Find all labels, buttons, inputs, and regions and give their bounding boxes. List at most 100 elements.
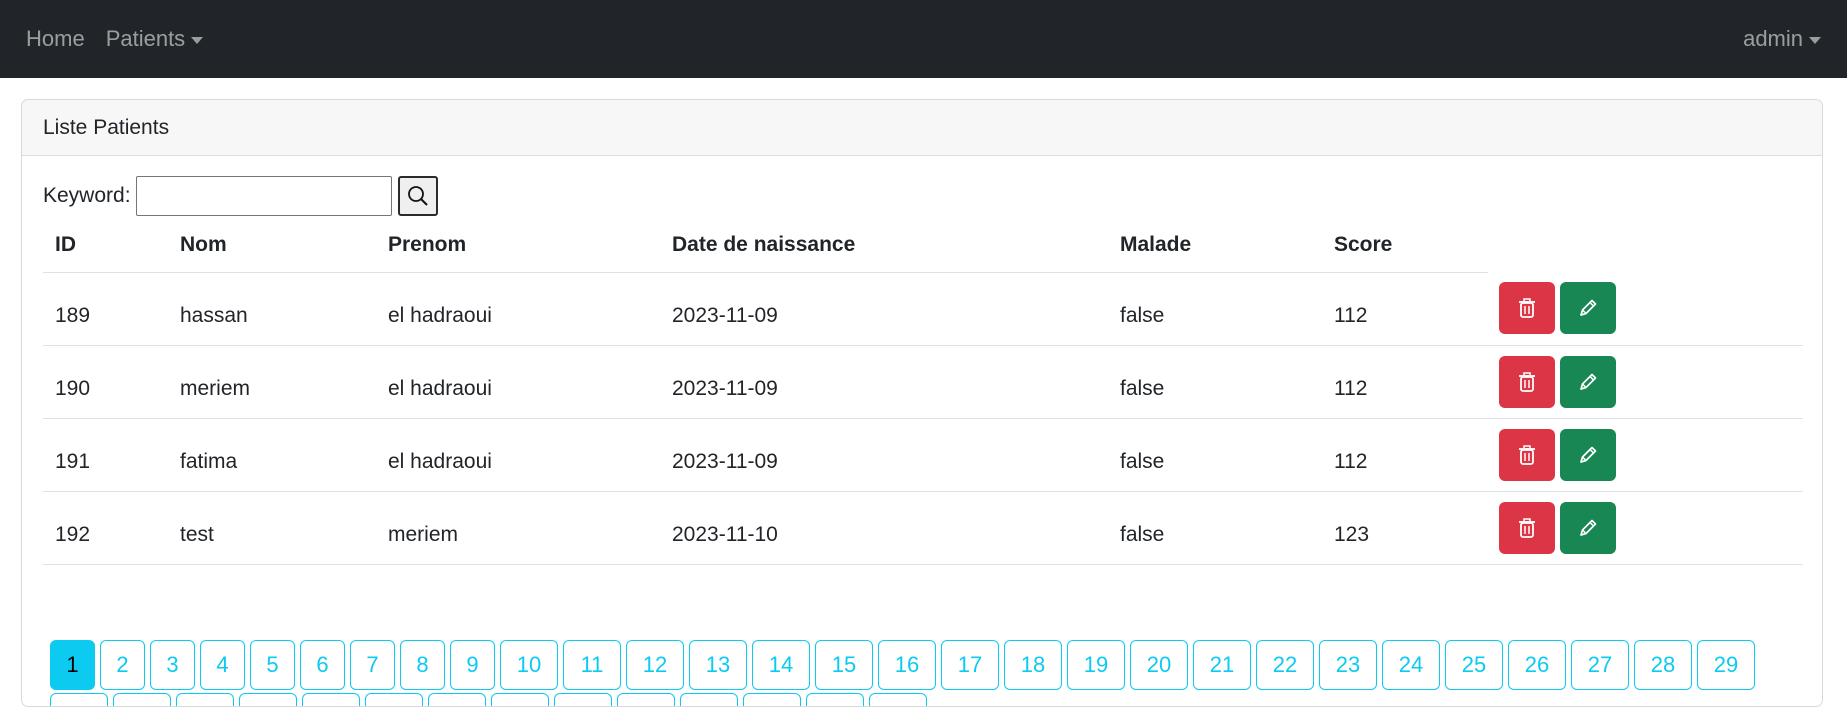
card-title: Liste Patients bbox=[43, 115, 170, 139]
page-button-29[interactable]: 29 bbox=[1697, 640, 1755, 690]
row-actions bbox=[1488, 418, 1803, 492]
header-date-naissance: Date de naissance bbox=[660, 219, 1108, 273]
cell-nom: test bbox=[168, 491, 376, 565]
cell-id: 189 bbox=[43, 272, 168, 346]
delete-button[interactable] bbox=[1499, 501, 1555, 554]
pencil-icon bbox=[1580, 446, 1597, 463]
table-row: 189 hassan el hadraoui 2023-11-09 false 112 bbox=[43, 272, 1803, 346]
page-button-21[interactable]: 21 bbox=[1193, 640, 1251, 690]
edit-button[interactable] bbox=[1560, 428, 1616, 481]
page-button-35[interactable]: 35 bbox=[365, 693, 423, 706]
search-button[interactable] bbox=[397, 176, 438, 216]
page-button-26[interactable]: 26 bbox=[1508, 640, 1566, 690]
cell-prenom: el hadraoui bbox=[376, 418, 660, 492]
cell-date-naissance: 2023-11-10 bbox=[660, 491, 1108, 565]
nav-patients-dropdown[interactable]: Patients bbox=[106, 26, 204, 52]
edit-button[interactable] bbox=[1560, 501, 1616, 554]
page-button-37[interactable]: 37 bbox=[491, 693, 549, 706]
pagination-row: 30 31 32 33 34 35 36 37 38 39 40 41 42 43 bbox=[50, 693, 1800, 706]
delete-button[interactable] bbox=[1499, 355, 1555, 408]
page-button-7[interactable]: 7 bbox=[350, 640, 395, 690]
navbar: Home Patients admin bbox=[0, 0, 1847, 78]
page-button-22[interactable]: 22 bbox=[1256, 640, 1314, 690]
patients-table: ID Nom Prenom Date de naissance Malade S… bbox=[43, 219, 1803, 565]
table-header-row: ID Nom Prenom Date de naissance Malade S… bbox=[43, 219, 1803, 273]
page-button-28[interactable]: 28 bbox=[1634, 640, 1692, 690]
page-button-43[interactable]: 43 bbox=[869, 693, 927, 706]
delete-button[interactable] bbox=[1499, 428, 1555, 481]
page-button-6[interactable]: 6 bbox=[300, 640, 345, 690]
page-button-38[interactable]: 38 bbox=[554, 693, 612, 706]
cell-malade: false bbox=[1108, 418, 1322, 492]
trash-icon bbox=[1519, 371, 1535, 392]
page-button-8[interactable]: 8 bbox=[400, 640, 445, 690]
cell-score: 112 bbox=[1322, 272, 1488, 346]
header-nom: Nom bbox=[168, 219, 376, 273]
page-button-16[interactable]: 16 bbox=[878, 640, 936, 690]
trash-icon bbox=[1519, 444, 1535, 465]
cell-nom: hassan bbox=[168, 272, 376, 346]
page-button-39[interactable]: 39 bbox=[617, 693, 675, 706]
patients-card: Liste Patients Keyword: ID Nom Prenom Da… bbox=[21, 99, 1823, 707]
table-row: 190 meriem el hadraoui 2023-11-09 false 112 bbox=[43, 345, 1803, 419]
cell-score: 123 bbox=[1322, 491, 1488, 565]
pencil-icon bbox=[1580, 519, 1597, 536]
page-button-30[interactable]: 30 bbox=[50, 693, 108, 706]
nav-home-link[interactable]: Home bbox=[26, 26, 85, 52]
pencil-icon bbox=[1580, 373, 1597, 390]
trash-icon bbox=[1519, 298, 1535, 319]
caret-down-icon bbox=[191, 36, 204, 44]
cell-prenom: meriem bbox=[376, 491, 660, 565]
row-actions bbox=[1488, 345, 1803, 419]
page-button-19[interactable]: 19 bbox=[1067, 640, 1125, 690]
header-prenom: Prenom bbox=[376, 219, 660, 273]
edit-button[interactable] bbox=[1560, 355, 1616, 408]
pagination: 1 2 3 4 5 6 7 8 9 10 11 12 13 14 15 16 17 18 19 20 21 22 23 24 2… bbox=[50, 640, 1800, 706]
page-button-1[interactable]: 1 bbox=[50, 640, 95, 690]
page-button-25[interactable]: 25 bbox=[1445, 640, 1503, 690]
page-button-2[interactable]: 2 bbox=[100, 640, 145, 690]
page-button-4[interactable]: 4 bbox=[200, 640, 245, 690]
page-button-5[interactable]: 5 bbox=[250, 640, 295, 690]
page-button-20[interactable]: 20 bbox=[1130, 640, 1188, 690]
table-row: 191 fatima el hadraoui 2023-11-09 false 112 bbox=[43, 418, 1803, 492]
delete-button[interactable] bbox=[1499, 282, 1555, 335]
page-button-12[interactable]: 12 bbox=[626, 640, 684, 690]
page-button-33[interactable]: 33 bbox=[239, 693, 297, 706]
edit-button[interactable] bbox=[1560, 282, 1616, 335]
page-button-40[interactable]: 40 bbox=[680, 693, 738, 706]
page-button-32[interactable]: 32 bbox=[176, 693, 234, 706]
page-button-9[interactable]: 9 bbox=[450, 640, 495, 690]
page-button-11[interactable]: 11 bbox=[563, 640, 621, 690]
page-button-31[interactable]: 31 bbox=[113, 693, 171, 706]
page-button-10[interactable]: 10 bbox=[500, 640, 558, 690]
page-button-42[interactable]: 42 bbox=[806, 693, 864, 706]
table-row: 192 test meriem 2023-11-10 false 123 bbox=[43, 491, 1803, 565]
cell-malade: false bbox=[1108, 491, 1322, 565]
cell-score: 112 bbox=[1322, 345, 1488, 419]
cell-nom: meriem bbox=[168, 345, 376, 419]
cell-id: 191 bbox=[43, 418, 168, 492]
page-button-41[interactable]: 41 bbox=[743, 693, 801, 706]
page-button-36[interactable]: 36 bbox=[428, 693, 486, 706]
cell-date-naissance: 2023-11-09 bbox=[660, 418, 1108, 492]
nav-user-dropdown[interactable]: admin bbox=[1743, 26, 1821, 52]
cell-date-naissance: 2023-11-09 bbox=[660, 272, 1108, 346]
page-button-3[interactable]: 3 bbox=[150, 640, 195, 690]
page-button-15[interactable]: 15 bbox=[815, 640, 873, 690]
search-input[interactable] bbox=[135, 176, 392, 216]
page-button-34[interactable]: 34 bbox=[302, 693, 360, 706]
page-button-23[interactable]: 23 bbox=[1319, 640, 1377, 690]
cell-date-naissance: 2023-11-09 bbox=[660, 345, 1108, 419]
header-malade: Malade bbox=[1108, 219, 1322, 273]
search-label: Keyword: bbox=[43, 184, 131, 207]
card-header: Liste Patients bbox=[22, 100, 1822, 156]
page-button-17[interactable]: 17 bbox=[941, 640, 999, 690]
cell-nom: fatima bbox=[168, 418, 376, 492]
page-button-27[interactable]: 27 bbox=[1571, 640, 1629, 690]
search-icon bbox=[407, 186, 428, 206]
page-button-18[interactable]: 18 bbox=[1004, 640, 1062, 690]
page-button-14[interactable]: 14 bbox=[752, 640, 810, 690]
page-button-24[interactable]: 24 bbox=[1382, 640, 1440, 690]
page-button-13[interactable]: 13 bbox=[689, 640, 747, 690]
